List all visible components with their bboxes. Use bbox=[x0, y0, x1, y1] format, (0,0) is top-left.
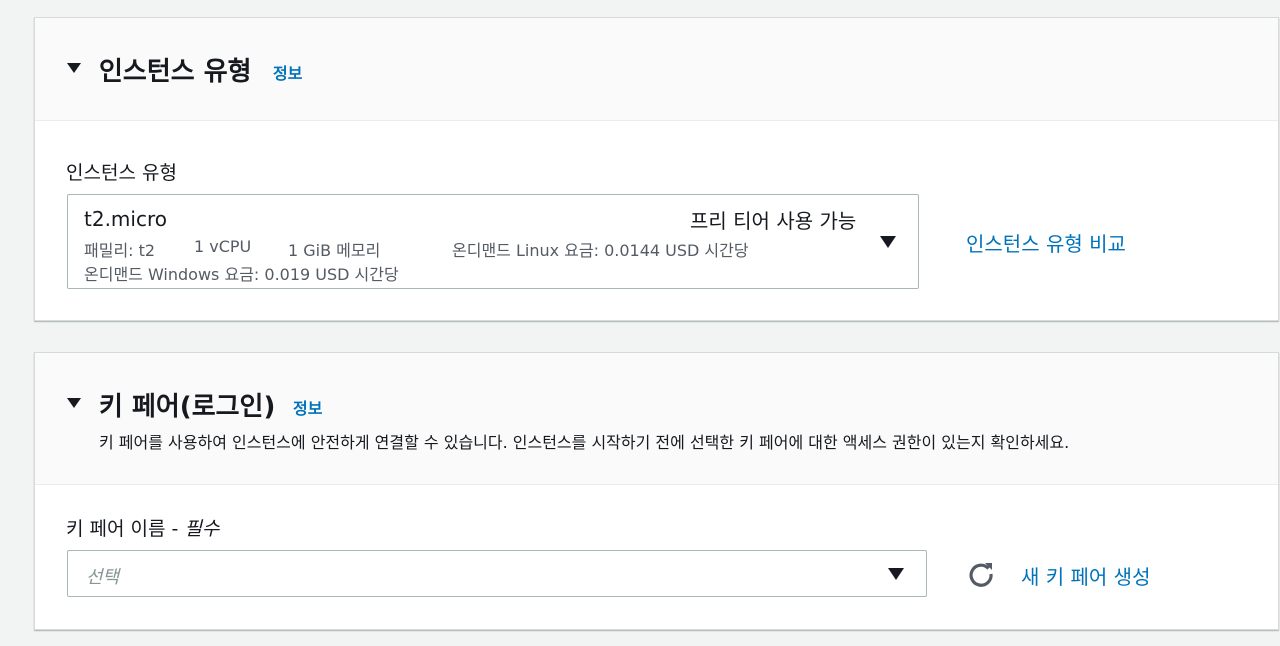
compare-instance-types-link[interactable]: 인스턴스 유형 비교 bbox=[966, 228, 1126, 257]
key-pair-placeholder: 선택 bbox=[86, 567, 120, 588]
caret-down-icon bbox=[880, 236, 896, 248]
instance-type-label: 인스턴스 유형 bbox=[66, 162, 177, 184]
info-link[interactable]: 정보 bbox=[293, 395, 322, 419]
collapse-caret-icon[interactable] bbox=[67, 398, 81, 408]
instance-type-name: t2.micro bbox=[84, 207, 167, 231]
collapse-caret-icon[interactable] bbox=[67, 63, 81, 73]
key-pair-select[interactable]: 선택 bbox=[67, 550, 927, 597]
panel-title: 키 페어(로그인) bbox=[99, 392, 276, 422]
caret-down-icon bbox=[888, 568, 904, 580]
linux-price: 온디맨드 Linux 요금: 0.0144 USD 시간당 bbox=[452, 241, 749, 260]
key-pair-name-label-text: 키 페어 이름 - bbox=[66, 518, 185, 540]
required-marker: 필수 bbox=[184, 518, 220, 540]
key-pair-name-label: 키 페어 이름 - 필수 bbox=[66, 514, 219, 541]
instance-type-select[interactable]: t2.micro 프리 티어 사용 가능 패밀리: t2 1 vCPU 1 Gi… bbox=[67, 194, 919, 289]
free-tier-badge: 프리 티어 사용 가능 bbox=[690, 209, 857, 233]
windows-price: 온디맨드 Windows 요금: 0.019 USD 시간당 bbox=[84, 265, 399, 284]
refresh-icon[interactable] bbox=[966, 559, 996, 589]
instance-family: 패밀리: t2 bbox=[84, 241, 156, 260]
instance-type-panel-header[interactable]: 인스턴스 유형 정보 bbox=[35, 18, 1278, 121]
instance-type-panel: 인스턴스 유형 정보 인스턴스 유형 t2.micro 프리 티어 사용 가능 … bbox=[34, 17, 1279, 321]
key-pair-panel-header[interactable]: 키 페어(로그인) 정보 키 페어를 사용하여 인스턴스에 안전하게 연결할 수… bbox=[35, 353, 1278, 485]
key-pair-description: 키 페어를 사용하여 인스턴스에 안전하게 연결할 수 있습니다. 인스턴스를 … bbox=[99, 433, 1070, 452]
info-link[interactable]: 정보 bbox=[273, 60, 302, 84]
instance-memory: 1 GiB 메모리 bbox=[288, 241, 381, 260]
key-pair-panel: 키 페어(로그인) 정보 키 페어를 사용하여 인스턴스에 안전하게 연결할 수… bbox=[34, 352, 1279, 630]
instance-vcpu: 1 vCPU bbox=[194, 237, 252, 256]
panel-title: 인스턴스 유형 bbox=[99, 57, 252, 87]
create-key-pair-link[interactable]: 새 키 페어 생성 bbox=[1021, 561, 1150, 590]
